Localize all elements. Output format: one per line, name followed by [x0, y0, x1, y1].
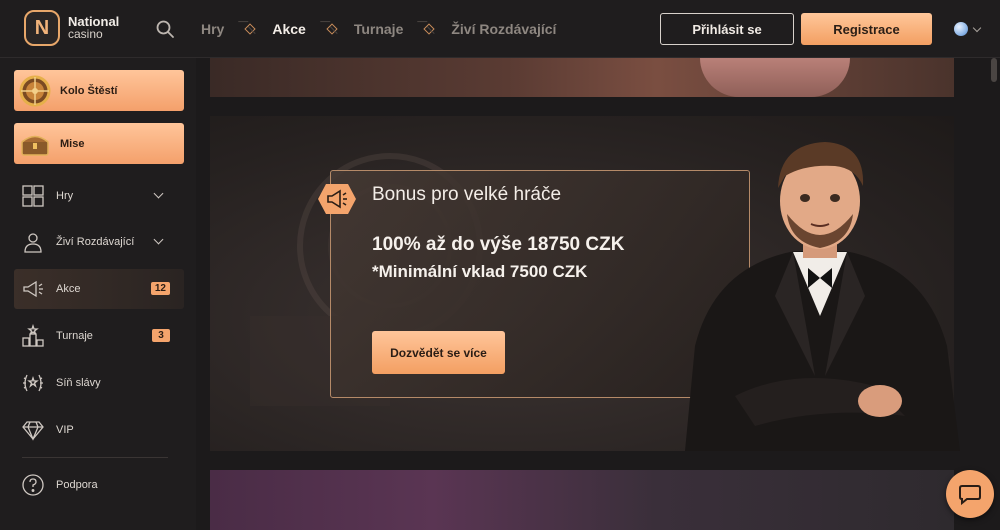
promo-label: Kolo Štěstí [60, 84, 118, 97]
logo-badge: N [24, 10, 60, 46]
promo-banner-next[interactable] [210, 470, 954, 530]
scrollbar-thumb[interactable] [991, 58, 997, 82]
search-icon[interactable] [155, 19, 175, 39]
globe-icon [954, 22, 968, 36]
megaphone-icon [20, 276, 46, 302]
nav-item-akce[interactable]: Akce [272, 21, 305, 37]
promo-label: Mise [60, 137, 85, 150]
sidebar-item-akce[interactable]: Akce 12 [14, 269, 184, 309]
treasure-chest-icon [18, 127, 52, 161]
page-scrollbar[interactable] [988, 58, 1000, 530]
promo-banner-high-roller: Bonus pro velké hráče 100% až do výše 18… [210, 116, 960, 451]
bonus-min-deposit: *Minimální vklad 7500 CZK [372, 262, 588, 281]
diamond-icon [20, 417, 46, 443]
sidebar-item-turnaje[interactable]: Turnaje 3 [14, 316, 184, 356]
laurel-icon [20, 370, 46, 396]
brand-logo[interactable]: N National casino [24, 10, 119, 46]
chevron-down-icon [153, 234, 164, 245]
language-selector[interactable] [954, 22, 982, 36]
logo-text: National casino [68, 15, 119, 41]
sidebar-item-label: Turnaje [56, 330, 93, 342]
login-button[interactable]: Přihlásit se [660, 13, 794, 45]
top-header: N National casino Hry Akce Turnaje Živí … [0, 0, 1000, 58]
sidebar-item-hry[interactable]: Hry [14, 176, 184, 216]
banner-artwork [700, 58, 850, 97]
nav-separator [326, 23, 338, 35]
sidebar: Kolo Štěstí Mise Hry Živí Rozdávající Ak… [0, 58, 196, 530]
dealer-icon [20, 229, 46, 255]
help-icon [20, 472, 46, 498]
sidebar-item-label: Akce [56, 283, 81, 295]
wheel-icon [18, 74, 52, 108]
main-content: Bonus pro velké hráče 100% až do výše 18… [196, 58, 988, 530]
promo-wheel-of-fortune[interactable]: Kolo Štěstí [14, 70, 184, 111]
chat-icon [959, 485, 981, 506]
nav-separator [244, 23, 257, 35]
sidebar-divider [22, 457, 168, 458]
bonus-offer: 100% až do výše 18750 CZK [372, 234, 625, 255]
count-badge: 12 [150, 282, 170, 295]
sidebar-item-label: Hry [56, 190, 74, 202]
nav-item-hry[interactable]: Hry [201, 21, 224, 37]
host-illustration [685, 142, 960, 451]
sidebar-item-vip[interactable]: VIP [14, 410, 184, 450]
brand-sub: casino [68, 27, 103, 41]
promo-missions[interactable]: Mise [14, 123, 184, 164]
puzzle-icon [20, 183, 46, 209]
chevron-down-icon [972, 23, 982, 32]
chat-button[interactable] [946, 470, 994, 518]
sidebar-item-label: Podpora [56, 479, 98, 491]
megaphone-icon [318, 184, 356, 214]
learn-more-button[interactable]: Dozvědět se více [372, 331, 505, 374]
bonus-title: Bonus pro velké hráče [372, 184, 562, 205]
count-badge: 3 [152, 329, 170, 342]
nav-item-live-dealers[interactable]: Živí Rozdávající [451, 21, 556, 37]
chevron-down-icon [153, 188, 164, 199]
sidebar-item-label: VIP [56, 424, 74, 436]
sidebar-item-label: Živí Rozdávající [56, 236, 135, 248]
sidebar-item-hall-of-fame[interactable]: Síň slávy [14, 363, 184, 403]
nav-item-turnaje[interactable]: Turnaje [354, 21, 404, 37]
promo-banner-previous[interactable] [210, 58, 954, 97]
sidebar-item-live-dealers[interactable]: Živí Rozdávající [14, 222, 184, 262]
sidebar-item-support[interactable]: Podpora [14, 465, 184, 505]
tournament-icon [20, 323, 46, 349]
sidebar-item-label: Síň slávy [56, 377, 101, 389]
register-button[interactable]: Registrace [801, 13, 932, 45]
main-nav: Hry Akce Turnaje Živí Rozdávající [201, 0, 556, 58]
nav-separator [423, 23, 436, 35]
